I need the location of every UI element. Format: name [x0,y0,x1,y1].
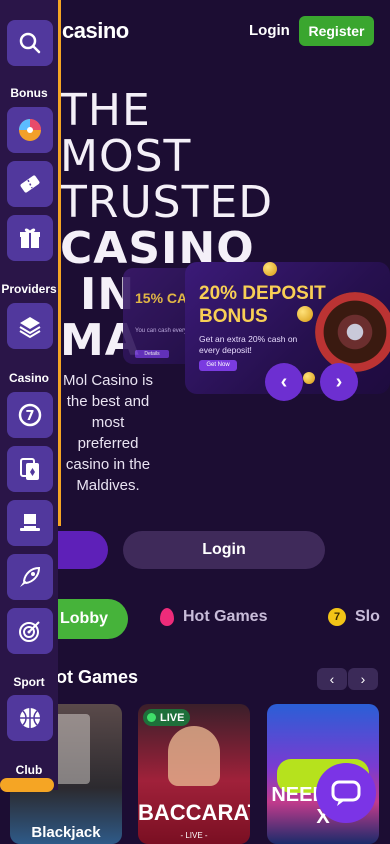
chevron-right-icon: › [335,370,343,393]
sidebar-section-label: Bonus [10,86,48,100]
sidebar-item-cards[interactable] [7,446,53,492]
sidebar-section-label: Club [15,763,43,777]
gift-icon [20,228,40,248]
game-title: BACCARAT [138,800,250,825]
hero-subtext: Mol Casino is the best and most preferre… [62,372,154,494]
target-icon [19,621,40,642]
coin-icon [263,262,277,276]
login-button[interactable]: Login [123,531,325,569]
club-indicator[interactable] [0,778,54,792]
game-title: Blackjack [31,824,101,841]
sidebar-scrollbar[interactable] [58,0,61,526]
get-now-button[interactable]: Get Now [199,360,237,371]
search-button[interactable] [7,20,53,66]
carousel-prev-button[interactable]: ‹ [265,363,303,401]
sidebar-section-label: Sport [13,675,45,689]
coin-icon [303,372,315,384]
rocket-icon [20,566,41,587]
sidebar-item-gift[interactable] [7,215,53,261]
tab-slots[interactable]: 7 Slo [328,608,380,626]
header-login-link[interactable]: Login [249,22,290,39]
cards-icon [20,458,39,480]
tab-hot-games[interactable]: Hot Games [160,608,267,626]
game-subtitle: - LIVE - [180,831,208,840]
tab-label: Hot Games [183,608,268,625]
sidebar-item-providers[interactable] [7,303,53,349]
headline-line: MOST [60,131,192,182]
games-prev-button[interactable]: ‹ [317,668,347,690]
headline-line: TRUSTED [60,177,274,228]
chat-button[interactable] [316,763,376,823]
sidebar-section-label: Casino [8,371,49,385]
logo[interactable]: casino [62,18,129,44]
ticket-icon [20,175,40,193]
headline-line: THE [60,85,151,136]
sidebar-section-label: Providers [1,282,57,296]
game-card-baccarat[interactable]: LIVE BACCARAT - LIVE - [138,704,250,844]
flame-icon [160,608,174,626]
wheel-icon [19,119,41,141]
sidebar-item-wheel[interactable] [7,107,53,153]
tab-label: Slo [355,608,380,625]
live-badge: LIVE [143,709,191,726]
sidebar-item-target[interactable] [7,608,53,654]
live-label: LIVE [160,711,185,724]
register-button[interactable]: Register [299,16,374,46]
sidebar: Bonus Providers Casino 7 Sport Club [0,0,58,790]
sidebar-item-slots[interactable]: 7 [7,392,53,438]
chevron-left-icon: ‹ [329,671,335,687]
chevron-left-icon: ‹ [280,370,288,393]
sidebar-item-ticket[interactable] [7,161,53,207]
sidebar-item-crash[interactable] [7,554,53,600]
games-next-button[interactable]: › [348,668,378,690]
chevron-right-icon: › [360,671,366,687]
dealer-image [168,726,220,786]
chat-icon [331,780,361,806]
promo-title: 20% DEPOSIT BONUS [199,283,326,327]
stack-icon [19,317,41,339]
carousel-next-button[interactable]: › [320,363,358,401]
slot-icon: 7 [18,403,42,427]
live-dot-icon [147,713,156,722]
svg-text:7: 7 [25,409,34,424]
basketball-icon [20,708,40,728]
promo-cta[interactable]: Details [135,350,169,358]
sidebar-item-poker[interactable] [7,500,53,546]
top-hat-icon [20,514,40,531]
search-icon [19,32,41,54]
section-title: ot Games [56,667,139,687]
sidebar-item-sport[interactable] [7,695,53,741]
promo-desc: Get an extra 20% cash on every deposit! [199,334,298,355]
seven-icon: 7 [328,608,346,626]
